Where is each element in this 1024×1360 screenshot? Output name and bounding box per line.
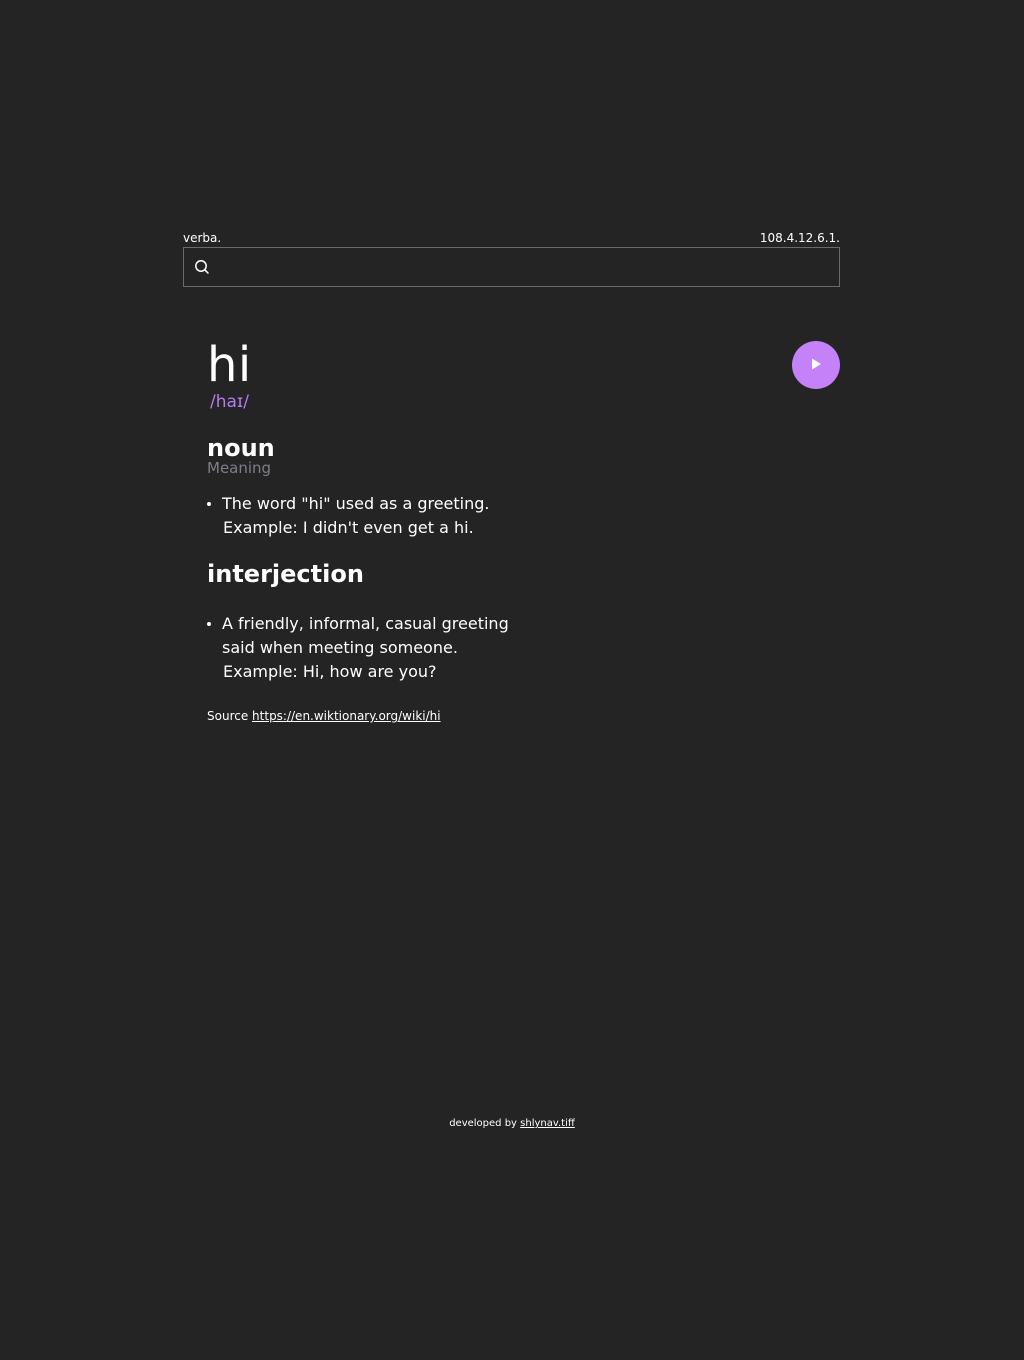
app-logo: verba. <box>183 231 222 245</box>
search-input[interactable] <box>210 247 839 287</box>
source-label: Source <box>207 709 249 723</box>
part-of-speech-interjection: interjection <box>207 560 364 588</box>
word-entry: hi /haɪ/ noun Meaning The word "hi" used… <box>183 339 840 724</box>
definition-example: Example: Hi, how are you? <box>223 662 437 681</box>
search-icon <box>194 259 210 275</box>
play-icon <box>809 356 823 375</box>
play-pronunciation-button[interactable] <box>792 341 840 389</box>
source-line: Source https://en.wiktionary.org/wiki/hi <box>207 708 840 724</box>
search-bar[interactable] <box>183 247 840 287</box>
definition-text: The word "hi" used as a greeting. <box>222 494 490 513</box>
top-bar: verba. 108.4.12.6.1. <box>183 229 840 247</box>
source-link[interactable]: https://en.wiktionary.org/wiki/hi <box>252 709 441 723</box>
version-label: 108.4.12.6.1. <box>759 231 840 245</box>
definition-list-interjection: A friendly, informal, casual greeting sa… <box>207 612 840 684</box>
definition-list-noun: The word "hi" used as a greeting. Exampl… <box>207 492 840 540</box>
part-of-speech-noun: noun <box>207 434 275 462</box>
definition-item: The word "hi" used as a greeting. Exampl… <box>207 492 840 540</box>
meaning-label: Meaning <box>207 459 272 477</box>
definition-example: Example: I didn't even get a hi. <box>223 518 474 537</box>
footer-text: developed by <box>449 1118 517 1129</box>
author-link[interactable]: shlynav.tiff <box>520 1118 575 1129</box>
definition-item: A friendly, informal, casual greeting sa… <box>207 612 522 684</box>
footer: developed by shlynav.tiff <box>0 1117 1024 1131</box>
definition-text: A friendly, informal, casual greeting sa… <box>222 614 509 657</box>
word-title: hi <box>207 337 252 393</box>
phonetic-text: /haɪ/ <box>210 392 249 412</box>
app-container: verba. 108.4.12.6.1. hi /haɪ/ noun Meani… <box>183 229 840 724</box>
